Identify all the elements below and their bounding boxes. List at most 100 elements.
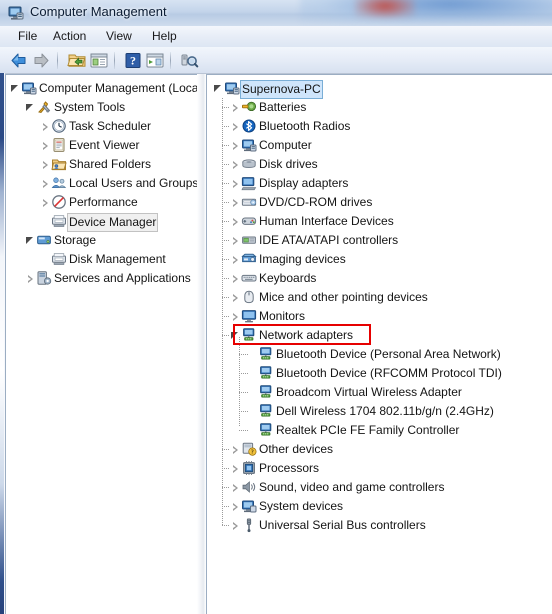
svg-text:?: ? <box>251 450 254 456</box>
tree-expander-collapsed-icon[interactable] <box>230 155 241 174</box>
tree-expander-collapsed-icon[interactable] <box>25 269 36 288</box>
menu-action[interactable]: Action <box>48 29 91 44</box>
tree-connector <box>222 316 229 317</box>
tree-connector <box>222 259 229 260</box>
device-node-network-adapters[interactable]: Network adapters <box>207 326 552 345</box>
tree-expander-expanded-icon[interactable] <box>25 231 36 250</box>
console-tree-panel[interactable]: Computer Management (Local System Tools Ta… <box>5 74 198 614</box>
device-manager-panel[interactable]: Supernova-PC Batteries Bluetooth Radios Com… <box>206 74 552 614</box>
panel-splitter[interactable] <box>197 74 206 614</box>
tree-expander-collapsed-icon[interactable] <box>230 117 241 136</box>
device-node-bluetooth-pan[interactable]: Bluetooth Device (Personal Area Network) <box>207 345 552 364</box>
tree-node-label: Processors <box>259 461 320 475</box>
device-node-bluetooth-rfcomm[interactable]: Bluetooth Device (RFCOMM Protocol TDI) <box>207 364 552 383</box>
tree-expander-collapsed-icon[interactable] <box>230 231 241 250</box>
tree-expander-collapsed-icon[interactable] <box>230 459 241 478</box>
back-arrow-icon[interactable] <box>8 50 30 71</box>
tree-node-performance[interactable]: Performance <box>6 193 198 212</box>
tree-expander-collapsed-icon[interactable] <box>230 516 241 535</box>
device-node-sound-video-game-controllers[interactable]: Sound, video and game controllers <box>207 478 552 497</box>
tree-node-shared-folders[interactable]: Shared Folders <box>6 155 198 174</box>
device-node-monitors[interactable]: Monitors <box>207 307 552 326</box>
tree-expander-collapsed-icon[interactable] <box>230 174 241 193</box>
device-node-bluetooth-radios[interactable]: Bluetooth Radios <box>207 117 552 136</box>
device-node-computer[interactable]: Computer <box>207 136 552 155</box>
monitor-icon <box>241 308 257 324</box>
tree-node-label: Computer Management (Local <box>39 81 198 95</box>
mouse-icon <box>241 289 257 305</box>
tree-expander-collapsed-icon[interactable] <box>230 269 241 288</box>
device-node-supernova-pc[interactable]: Supernova-PC <box>207 79 552 99</box>
device-node-ide-ata-atapi-controllers[interactable]: IDE ATA/ATAPI controllers <box>207 231 552 250</box>
bluetooth-icon <box>241 118 257 134</box>
device-node-dvd-cdrom-drives[interactable]: DVD/CD-ROM drives <box>207 193 552 212</box>
menu-help[interactable]: Help <box>147 29 182 44</box>
device-node-broadcom-virtual-wireless[interactable]: Broadcom Virtual Wireless Adapter <box>207 383 552 402</box>
show-hide-action-pane-icon[interactable] <box>144 50 166 71</box>
tree-expander-collapsed-icon[interactable] <box>40 155 51 174</box>
device-node-usb-controllers[interactable]: Universal Serial Bus controllers <box>207 516 552 535</box>
tree-node-label: System Tools <box>54 100 126 114</box>
tree-expander-expanded-icon[interactable] <box>10 79 21 98</box>
tree-node-event-viewer[interactable]: Event Viewer <box>6 136 198 155</box>
tree-expander-collapsed-icon[interactable] <box>230 440 241 459</box>
device-node-dell-wireless-1704[interactable]: Dell Wireless 1704 802.11b/g/n (2.4GHz) <box>207 402 552 421</box>
device-node-human-interface-devices[interactable]: Human Interface Devices <box>207 212 552 231</box>
device-node-imaging-devices[interactable]: Imaging devices <box>207 250 552 269</box>
event-viewer-icon <box>51 137 67 153</box>
tree-expander-expanded-icon[interactable] <box>25 98 36 117</box>
device-node-keyboards[interactable]: Keyboards <box>207 269 552 288</box>
console-tree: Computer Management (Local System Tools Ta… <box>6 75 198 288</box>
device-node-processors[interactable]: Processors <box>207 459 552 478</box>
device-node-batteries[interactable]: Batteries <box>207 98 552 117</box>
tree-node-storage[interactable]: Storage <box>6 231 198 250</box>
tree-connector <box>222 487 229 488</box>
tree-node-label: Sound, video and game controllers <box>259 480 445 494</box>
tree-node-label: Dell Wireless 1704 802.11b/g/n (2.4GHz) <box>276 404 494 418</box>
scan-hardware-changes-icon[interactable] <box>178 50 200 71</box>
device-node-other-devices[interactable]: ? Other devices <box>207 440 552 459</box>
device-node-disk-drives[interactable]: Disk drives <box>207 155 552 174</box>
tree-expander-collapsed-icon[interactable] <box>40 136 51 155</box>
tree-node-system-tools[interactable]: System Tools <box>6 98 198 117</box>
device-node-realtek-pcie-fe[interactable]: Realtek PCIe FE Family Controller <box>207 421 552 440</box>
tree-node-computer-management[interactable]: Computer Management (Local <box>6 79 198 98</box>
tree-node-label: Computer <box>259 138 312 152</box>
processor-icon <box>241 460 257 476</box>
tree-node-label: Bluetooth Radios <box>259 119 351 133</box>
tree-node-label: Disk Management <box>69 252 166 266</box>
tree-node-label: System devices <box>259 499 344 513</box>
tree-expander-collapsed-icon[interactable] <box>40 193 51 212</box>
tree-expander-collapsed-icon[interactable] <box>230 478 241 497</box>
device-node-display-adapters[interactable]: Display adapters <box>207 174 552 193</box>
tree-expander-collapsed-icon[interactable] <box>230 250 241 269</box>
tree-node-local-users-and-groups[interactable]: Local Users and Groups <box>6 174 198 193</box>
tree-node-label: Mice and other pointing devices <box>259 290 428 304</box>
tree-node-task-scheduler[interactable]: Task Scheduler <box>6 117 198 136</box>
tree-expander-collapsed-icon[interactable] <box>230 307 241 326</box>
tree-expander-collapsed-icon[interactable] <box>230 98 241 117</box>
keyboard-icon <box>241 270 257 286</box>
tree-expander-collapsed-icon[interactable] <box>230 288 241 307</box>
tree-node-device-manager[interactable]: Device Manager <box>6 212 198 232</box>
tree-node-disk-management[interactable]: Disk Management <box>6 250 198 269</box>
tree-expander-collapsed-icon[interactable] <box>230 212 241 231</box>
tree-expander-expanded-icon[interactable] <box>213 79 224 98</box>
forward-arrow-icon[interactable] <box>30 50 52 71</box>
up-folder-icon[interactable] <box>66 50 88 71</box>
menu-view[interactable]: View <box>101 29 137 44</box>
help-question-icon[interactable]: ? <box>122 50 144 71</box>
tree-expander-collapsed-icon[interactable] <box>40 174 51 193</box>
battery-icon <box>241 99 257 115</box>
tree-expander-collapsed-icon[interactable] <box>230 136 241 155</box>
device-node-system-devices[interactable]: System devices <box>207 497 552 516</box>
menu-file[interactable]: File <box>13 29 42 44</box>
show-hide-console-tree-icon[interactable] <box>88 50 110 71</box>
tree-node-services-and-applications[interactable]: Services and Applications <box>6 269 198 288</box>
tree-expander-collapsed-icon[interactable] <box>230 193 241 212</box>
tree-expander-collapsed-icon[interactable] <box>40 117 51 136</box>
tree-expander-collapsed-icon[interactable] <box>230 497 241 516</box>
device-node-mice-and-other-pointing-devices[interactable]: Mice and other pointing devices <box>207 288 552 307</box>
menu-bar: File Action View Help <box>0 26 552 48</box>
tree-expander-expanded-icon[interactable] <box>230 326 241 345</box>
